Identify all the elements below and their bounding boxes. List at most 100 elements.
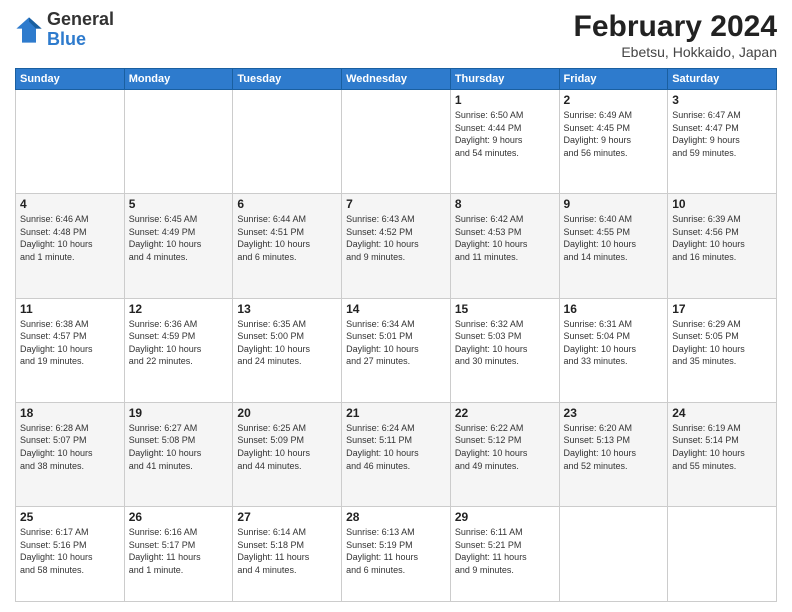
day-info: Sunrise: 6:20 AMSunset: 5:13 PMDaylight:…	[564, 422, 664, 472]
day-number: 24	[672, 406, 772, 420]
col-wednesday: Wednesday	[342, 69, 451, 90]
day-info: Sunrise: 6:32 AMSunset: 5:03 PMDaylight:…	[455, 318, 555, 368]
day-number: 29	[455, 510, 555, 524]
calendar-cell: 7Sunrise: 6:43 AMSunset: 4:52 PMDaylight…	[342, 194, 451, 298]
day-number: 21	[346, 406, 446, 420]
day-info: Sunrise: 6:24 AMSunset: 5:11 PMDaylight:…	[346, 422, 446, 472]
day-info: Sunrise: 6:49 AMSunset: 4:45 PMDaylight:…	[564, 109, 664, 159]
calendar-cell: 23 Sunrise: 6:20 AMSunset: 5:13 PMDayligh…	[559, 402, 668, 506]
day-number: 14	[346, 302, 446, 316]
calendar-cell: 25Sunrise: 6:17 AMSunset: 5:16 PMDayligh…	[16, 507, 125, 602]
day-info: Sunrise: 6:44 AMSunset: 4:51 PMDaylight:…	[237, 213, 337, 263]
logo: General Blue	[15, 10, 114, 50]
day-number: 19	[129, 406, 229, 420]
calendar-cell: 13Sunrise: 6:35 AMSunset: 5:00 PMDayligh…	[233, 298, 342, 402]
title-block: February 2024 Ebetsu, Hokkaido, Japan	[574, 10, 777, 60]
calendar-cell: 24 Sunrise: 6:19 AMSunset: 5:14 PMDayligh…	[668, 402, 777, 506]
calendar-table: Sunday Monday Tuesday Wednesday Thursday…	[15, 68, 777, 602]
day-info: Sunrise: 6:29 AMSunset: 5:05 PMDaylight:…	[672, 318, 772, 368]
day-number: 2	[564, 93, 664, 107]
day-number: 9	[564, 197, 664, 211]
day-info: Sunrise: 6:11 AMSunset: 5:21 PMDaylight:…	[455, 526, 555, 576]
day-number: 5	[129, 197, 229, 211]
calendar-cell: 18 Sunrise: 6:28 AMSunset: 5:07 PMDayligh…	[16, 402, 125, 506]
day-info: Sunrise: 6:17 AMSunset: 5:16 PMDaylight:…	[20, 526, 120, 576]
calendar-cell	[233, 90, 342, 194]
day-number: 6	[237, 197, 337, 211]
day-info: Sunrise: 6:19 AMSunset: 5:14 PMDaylight:…	[672, 422, 772, 472]
day-info: Sunrise: 6:13 AMSunset: 5:19 PMDaylight:…	[346, 526, 446, 576]
day-info: Sunrise: 6:34 AMSunset: 5:01 PMDaylight:…	[346, 318, 446, 368]
col-friday: Friday	[559, 69, 668, 90]
calendar-cell: 20 Sunrise: 6:25 AMSunset: 5:09 PMDayligh…	[233, 402, 342, 506]
day-number: 23	[564, 406, 664, 420]
calendar-cell: 22Sunrise: 6:22 AMSunset: 5:12 PMDayligh…	[450, 402, 559, 506]
day-number: 4	[20, 197, 120, 211]
day-info: Sunrise: 6:27 AMSunset: 5:08 PMDaylight:…	[129, 422, 229, 472]
day-number: 17	[672, 302, 772, 316]
day-info: Sunrise: 6:39 AMSunset: 4:56 PMDaylight:…	[672, 213, 772, 263]
day-info: Sunrise: 6:38 AMSunset: 4:57 PMDaylight:…	[20, 318, 120, 368]
calendar-cell	[124, 90, 233, 194]
day-info: Sunrise: 6:28 AMSunset: 5:07 PMDaylight:…	[20, 422, 120, 472]
day-number: 15	[455, 302, 555, 316]
day-info: Sunrise: 6:16 AMSunset: 5:17 PMDaylight:…	[129, 526, 229, 576]
day-number: 12	[129, 302, 229, 316]
calendar-cell: 8 Sunrise: 6:42 AMSunset: 4:53 PMDaylight…	[450, 194, 559, 298]
day-number: 11	[20, 302, 120, 316]
day-number: 16	[564, 302, 664, 316]
calendar-cell: 26 Sunrise: 6:16 AMSunset: 5:17 PMDayligh…	[124, 507, 233, 602]
calendar-week-4: 18 Sunrise: 6:28 AMSunset: 5:07 PMDayligh…	[16, 402, 777, 506]
day-number: 1	[455, 93, 555, 107]
day-info: Sunrise: 6:40 AMSunset: 4:55 PMDaylight:…	[564, 213, 664, 263]
calendar-cell	[342, 90, 451, 194]
day-number: 10	[672, 197, 772, 211]
calendar-cell: 5Sunrise: 6:45 AMSunset: 4:49 PMDaylight…	[124, 194, 233, 298]
day-info: Sunrise: 6:25 AMSunset: 5:09 PMDaylight:…	[237, 422, 337, 472]
col-tuesday: Tuesday	[233, 69, 342, 90]
day-info: Sunrise: 6:14 AMSunset: 5:18 PMDaylight:…	[237, 526, 337, 576]
calendar-body: 1Sunrise: 6:50 AMSunset: 4:44 PMDaylight…	[16, 90, 777, 602]
page-title: February 2024	[574, 10, 777, 44]
calendar-cell: 29 Sunrise: 6:11 AMSunset: 5:21 PMDayligh…	[450, 507, 559, 602]
day-info: Sunrise: 6:47 AMSunset: 4:47 PMDaylight:…	[672, 109, 772, 159]
day-number: 8	[455, 197, 555, 211]
day-number: 20	[237, 406, 337, 420]
calendar-cell: 6 Sunrise: 6:44 AMSunset: 4:51 PMDaylight…	[233, 194, 342, 298]
col-thursday: Thursday	[450, 69, 559, 90]
calendar-cell: 12 Sunrise: 6:36 AMSunset: 4:59 PMDayligh…	[124, 298, 233, 402]
calendar-cell: 15 Sunrise: 6:32 AMSunset: 5:03 PMDayligh…	[450, 298, 559, 402]
calendar-cell: 11 Sunrise: 6:38 AMSunset: 4:57 PMDayligh…	[16, 298, 125, 402]
calendar-cell: 1Sunrise: 6:50 AMSunset: 4:44 PMDaylight…	[450, 90, 559, 194]
day-info: Sunrise: 6:43 AMSunset: 4:52 PMDaylight:…	[346, 213, 446, 263]
calendar-cell: 19 Sunrise: 6:27 AMSunset: 5:08 PMDayligh…	[124, 402, 233, 506]
col-monday: Monday	[124, 69, 233, 90]
day-number: 13	[237, 302, 337, 316]
calendar-cell: 2 Sunrise: 6:49 AMSunset: 4:45 PMDaylight…	[559, 90, 668, 194]
logo-blue: Blue	[47, 29, 86, 49]
page: General Blue February 2024 Ebetsu, Hokka…	[0, 0, 792, 612]
calendar-week-2: 4Sunrise: 6:46 AMSunset: 4:48 PMDaylight…	[16, 194, 777, 298]
day-number: 18	[20, 406, 120, 420]
day-info: Sunrise: 6:31 AMSunset: 5:04 PMDaylight:…	[564, 318, 664, 368]
calendar-cell	[559, 507, 668, 602]
logo-general: General	[47, 9, 114, 29]
calendar-week-5: 25Sunrise: 6:17 AMSunset: 5:16 PMDayligh…	[16, 507, 777, 602]
day-number: 3	[672, 93, 772, 107]
calendar-week-1: 1Sunrise: 6:50 AMSunset: 4:44 PMDaylight…	[16, 90, 777, 194]
day-number: 28	[346, 510, 446, 524]
header-row: Sunday Monday Tuesday Wednesday Thursday…	[16, 69, 777, 90]
day-info: Sunrise: 6:42 AMSunset: 4:53 PMDaylight:…	[455, 213, 555, 263]
calendar-week-3: 11 Sunrise: 6:38 AMSunset: 4:57 PMDayligh…	[16, 298, 777, 402]
calendar-header: Sunday Monday Tuesday Wednesday Thursday…	[16, 69, 777, 90]
day-number: 26	[129, 510, 229, 524]
calendar-cell: 27Sunrise: 6:14 AMSunset: 5:18 PMDayligh…	[233, 507, 342, 602]
col-saturday: Saturday	[668, 69, 777, 90]
day-info: Sunrise: 6:36 AMSunset: 4:59 PMDaylight:…	[129, 318, 229, 368]
page-subtitle: Ebetsu, Hokkaido, Japan	[574, 44, 777, 60]
calendar-cell: 16 Sunrise: 6:31 AMSunset: 5:04 PMDayligh…	[559, 298, 668, 402]
calendar-cell: 21 Sunrise: 6:24 AMSunset: 5:11 PMDayligh…	[342, 402, 451, 506]
calendar-cell	[16, 90, 125, 194]
day-number: 22	[455, 406, 555, 420]
calendar-cell: 9 Sunrise: 6:40 AMSunset: 4:55 PMDaylight…	[559, 194, 668, 298]
